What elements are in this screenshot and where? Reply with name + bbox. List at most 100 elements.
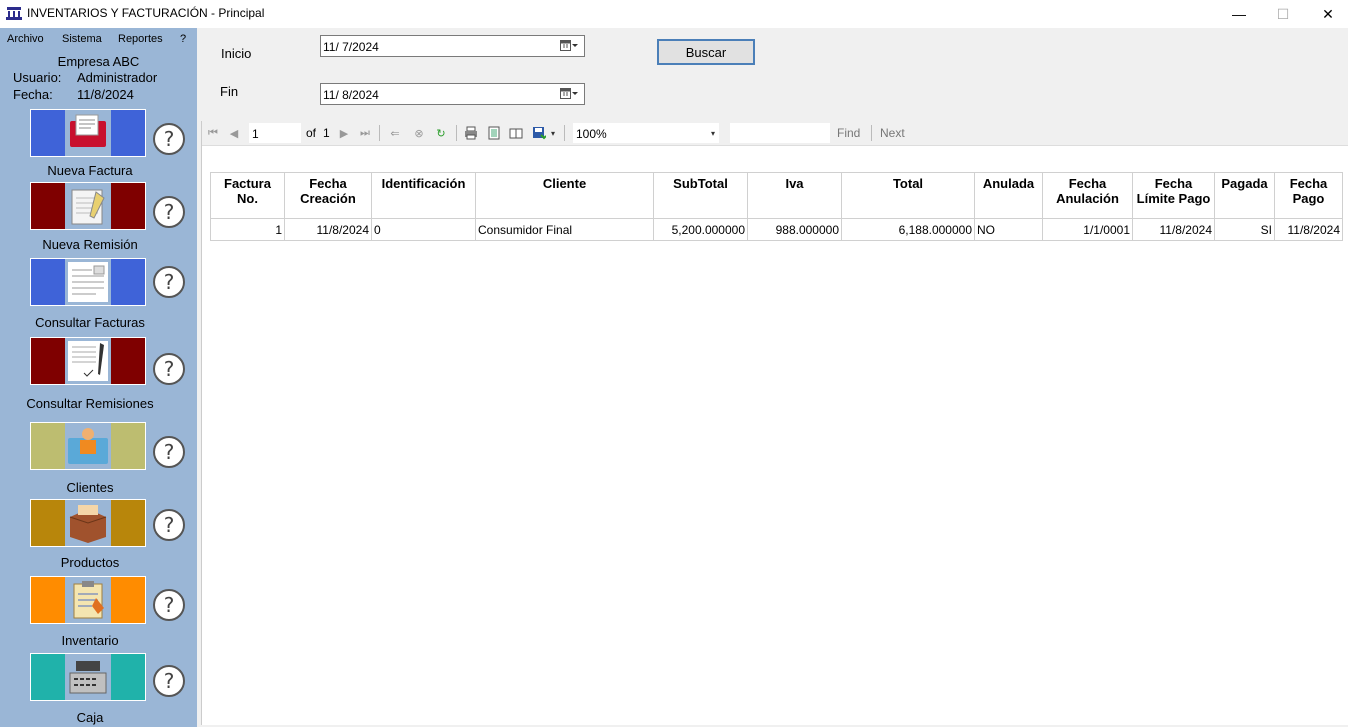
help-icon[interactable]: ? [153, 353, 185, 385]
help-icon[interactable]: ? [153, 589, 185, 621]
nav-button-consultar-facturas[interactable] [30, 258, 146, 306]
minimize-button[interactable]: — [1216, 0, 1262, 28]
help-icon[interactable]: ? [153, 436, 185, 468]
find-input[interactable] [730, 123, 830, 143]
maximize-button[interactable]: ☐ [1260, 0, 1306, 28]
calendar-dropdown-icon[interactable] [560, 39, 578, 53]
cash-register-icon [65, 654, 111, 700]
nav-label: Caja [76, 710, 104, 725]
col-header: Iva [747, 172, 842, 219]
help-icon[interactable]: ? [153, 123, 185, 155]
date-info: Fecha: 11/8/2024 [13, 87, 210, 102]
zoom-dropdown-icon[interactable]: ▾ [706, 126, 720, 140]
col-header: Fecha Anulación [1042, 172, 1133, 219]
fin-label: Fin [220, 84, 239, 99]
box-icon [65, 500, 111, 546]
previous-page-icon[interactable]: ◀ [227, 126, 241, 140]
nav-label: Consultar Facturas [35, 315, 145, 330]
menu-reportes[interactable]: Reportes [118, 33, 163, 45]
document-icon [65, 259, 111, 305]
invoice-report-table: Factura No. Fecha Creación Identificació… [210, 172, 1343, 241]
cell-fecha-limite-pago: 11/8/2024 [1132, 218, 1215, 241]
col-header: Cliente [475, 172, 654, 219]
nav-button-productos[interactable] [30, 499, 146, 547]
print-icon[interactable] [464, 126, 478, 140]
cell-total: 6,188.000000 [841, 218, 975, 241]
page-of-label: of [306, 126, 317, 140]
zoom-select[interactable]: 100% [573, 123, 719, 143]
menu-sistema[interactable]: Sistema [62, 33, 102, 45]
page-total: 1 [323, 126, 330, 140]
nav-button-nueva-remisión[interactable] [30, 182, 146, 230]
cell-cliente: Consumidor Final [475, 218, 654, 241]
inicio-label: Inicio [221, 46, 252, 61]
inicio-date-value: 11/ 7/2024 [323, 40, 379, 54]
help-icon[interactable]: ? [153, 665, 185, 697]
cell-fecha-creacion: 11/8/2024 [284, 218, 372, 241]
page-setup-icon[interactable] [509, 126, 523, 140]
find-link[interactable]: Find [837, 126, 860, 140]
nav-button-nueva-factura[interactable] [30, 109, 146, 157]
inicio-date-picker[interactable]: 11/ 7/2024 [320, 35, 585, 57]
col-header: Fecha Pago [1274, 172, 1343, 219]
nav-label: Productos [60, 555, 120, 570]
export-icon[interactable] [532, 126, 546, 140]
help-icon[interactable]: ? [153, 509, 185, 541]
buscar-button[interactable]: Buscar [657, 39, 755, 65]
nav-button-clientes[interactable] [30, 422, 146, 470]
table-row: 1 11/8/2024 0 Consumidor Final 5,200.000… [210, 218, 1343, 241]
col-header: Fecha Límite Pago [1132, 172, 1215, 219]
nav-label: Inventario [61, 633, 119, 648]
fin-date-value: 11/ 8/2024 [323, 88, 379, 102]
col-header: SubTotal [653, 172, 748, 219]
cell-fecha-anulacion: 1/1/0001 [1042, 218, 1133, 241]
nav-button-inventario[interactable] [30, 576, 146, 624]
cell-anulada: NO [974, 218, 1043, 241]
page-number-input[interactable]: 1 [249, 123, 301, 143]
nav-label: Nueva Remisión [42, 237, 138, 252]
user-label: Usuario: [13, 70, 62, 85]
title-bar: INVENTARIOS Y FACTURACIÓN - Principal — … [0, 0, 1348, 28]
help-icon[interactable]: ? [153, 266, 185, 298]
report-viewer: ⏮ ◀ 1 of 1 ▶ ⏭ ⇐ ⊗ ↻ ▾ 100% ▾ Find Next … [201, 121, 1348, 725]
cell-factura-no: 1 [210, 218, 285, 241]
table-header-row: Factura No. Fecha Creación Identificació… [210, 172, 1343, 219]
nav-label: Nueva Factura [47, 163, 133, 178]
window-title: INVENTARIOS Y FACTURACIÓN - Principal [27, 6, 265, 20]
sidebar: Archivo Sistema Reportes ? Empresa ABC U… [0, 28, 197, 727]
cell-subtotal: 5,200.000000 [653, 218, 748, 241]
app-icon [6, 7, 22, 20]
user-info: Usuario: Administrador [13, 70, 210, 85]
export-dropdown-icon[interactable]: ▾ [546, 126, 560, 140]
menu-archivo[interactable]: Archivo [7, 33, 44, 45]
invoice-icon [65, 110, 111, 156]
last-page-icon[interactable]: ⏭ [358, 126, 372, 140]
refresh-icon[interactable]: ↻ [434, 126, 448, 140]
notepad-icon [65, 183, 111, 229]
back-icon[interactable]: ⇐ [388, 126, 402, 140]
nav-button-consultar-remisiones[interactable] [30, 337, 146, 385]
help-icon[interactable]: ? [153, 196, 185, 228]
stop-icon[interactable]: ⊗ [412, 126, 426, 140]
col-header: Pagada [1214, 172, 1275, 219]
calendar-dropdown-icon[interactable] [560, 87, 578, 101]
col-header: Total [841, 172, 975, 219]
cell-iva: 988.000000 [747, 218, 842, 241]
next-page-icon[interactable]: ▶ [337, 126, 351, 140]
col-header: Identificación [371, 172, 476, 219]
signed-document-icon [65, 338, 111, 384]
fin-date-picker[interactable]: 11/ 8/2024 [320, 83, 585, 105]
print-layout-icon[interactable] [487, 126, 501, 140]
close-button[interactable]: ✕ [1305, 0, 1348, 28]
next-link[interactable]: Next [880, 126, 905, 140]
col-header: Anulada [974, 172, 1043, 219]
menu-help[interactable]: ? [180, 33, 186, 45]
date-value: 11/8/2024 [77, 87, 134, 102]
clipboard-icon [65, 577, 111, 623]
col-header: Factura No. [210, 172, 285, 219]
nav-button-caja[interactable] [30, 653, 146, 701]
company-name: Empresa ABC [57, 54, 140, 69]
first-page-icon[interactable]: ⏮ [206, 126, 220, 140]
cell-fecha-pago: 11/8/2024 [1274, 218, 1343, 241]
col-header: Fecha Creación [284, 172, 372, 219]
